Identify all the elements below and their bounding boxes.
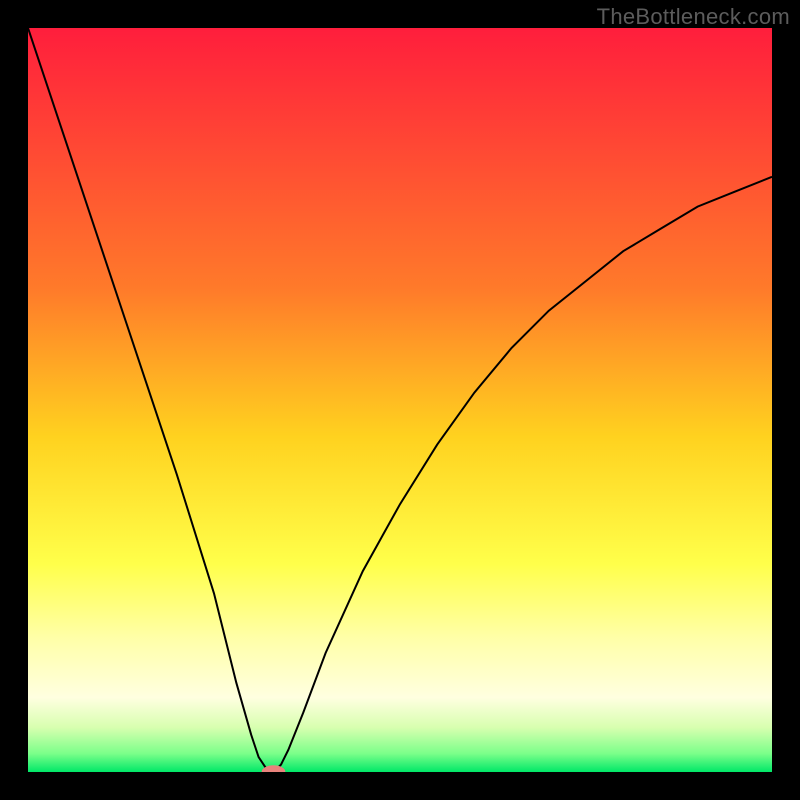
- plot-background: [28, 28, 772, 772]
- chart-frame: TheBottleneck.com: [0, 0, 800, 800]
- watermark-text: TheBottleneck.com: [597, 4, 790, 30]
- plot-area: [28, 28, 772, 772]
- plot-svg: [28, 28, 772, 772]
